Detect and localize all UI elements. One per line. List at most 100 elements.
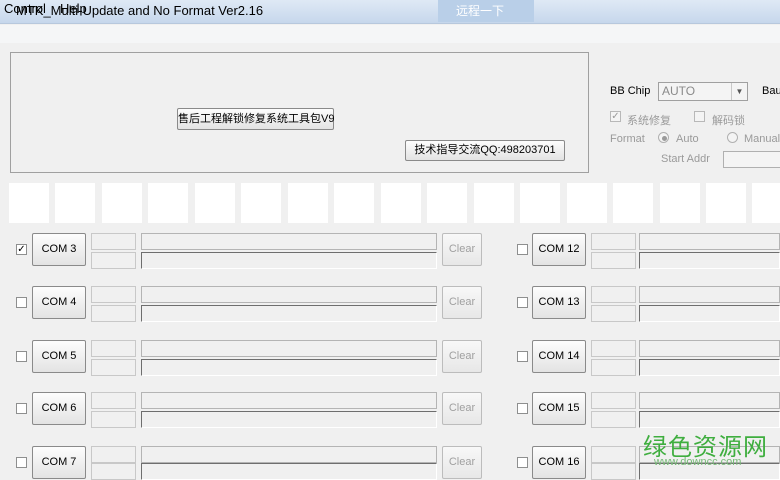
com5-checkbox[interactable]: [16, 351, 27, 362]
chevron-down-icon[interactable]: ▼: [731, 83, 747, 100]
com7-status-bar: [141, 446, 437, 463]
com6-button[interactable]: COM 6: [32, 392, 86, 425]
com3-progress-bar: [141, 252, 437, 269]
com15-checkbox[interactable]: [517, 403, 528, 414]
status-box: [9, 183, 49, 223]
com4-info-top: [91, 286, 136, 303]
format-manual-label: Manual: [744, 133, 780, 145]
com6-info-bottom: [91, 411, 136, 428]
com14-info-bottom: [591, 359, 636, 376]
com15-button[interactable]: COM 15: [532, 392, 586, 425]
com12-progress-bar: [639, 252, 780, 269]
format-auto-label: Auto: [676, 133, 699, 145]
com12-button[interactable]: COM 12: [532, 233, 586, 266]
com14-button[interactable]: COM 14: [532, 340, 586, 373]
status-box: [474, 183, 514, 223]
com12-checkbox[interactable]: [517, 244, 528, 255]
menu-control[interactable]: Control: [4, 1, 46, 16]
status-box: [660, 183, 700, 223]
com5-status-bar: [141, 340, 437, 357]
com15-progress-bar: [639, 411, 780, 428]
status-box: [613, 183, 653, 223]
baud-label: Bau: [762, 85, 780, 97]
menu-bar: [0, 25, 780, 43]
com3-info-bottom: [91, 252, 136, 269]
start-addr-input[interactable]: [723, 151, 780, 168]
com5-clear-button[interactable]: Clear: [442, 340, 482, 373]
com16-info-bottom: [591, 463, 636, 480]
com13-info-bottom: [591, 305, 636, 322]
watermark-url: www.downcc.com: [654, 456, 742, 468]
com3-status-bar: [141, 233, 437, 250]
com4-button[interactable]: COM 4: [32, 286, 86, 319]
unlock-label: 解码锁: [712, 115, 745, 127]
com7-progress-bar: [141, 463, 437, 480]
format-label: Format: [610, 133, 645, 145]
com3-clear-button[interactable]: Clear: [442, 233, 482, 266]
com12-info-bottom: [591, 252, 636, 269]
com4-status-bar: [141, 286, 437, 303]
com4-clear-button[interactable]: Clear: [442, 286, 482, 319]
com3-checkbox[interactable]: ✓: [16, 244, 27, 255]
com7-info-top: [91, 446, 136, 463]
com6-info-top: [91, 392, 136, 409]
com4-progress-bar: [141, 305, 437, 322]
com7-info-bottom: [91, 463, 136, 480]
com14-status-bar: [639, 340, 780, 357]
unlock-checkbox[interactable]: [694, 111, 705, 122]
status-box: [334, 183, 374, 223]
com6-checkbox[interactable]: [16, 403, 27, 414]
com15-info-top: [591, 392, 636, 409]
com12-status-bar: [639, 233, 780, 250]
com6-clear-button[interactable]: Clear: [442, 392, 482, 425]
com14-progress-bar: [639, 359, 780, 376]
com13-info-top: [591, 286, 636, 303]
com4-checkbox[interactable]: [16, 297, 27, 308]
background-tab[interactable]: 远程一下: [438, 0, 534, 22]
status-box: [195, 183, 235, 223]
status-box: [427, 183, 467, 223]
system-repair-checkbox[interactable]: ✓: [610, 111, 621, 122]
com15-status-bar: [639, 392, 780, 409]
status-box: [381, 183, 421, 223]
status-box: [567, 183, 607, 223]
com5-info-top: [91, 340, 136, 357]
com6-status-bar: [141, 392, 437, 409]
format-auto-radio[interactable]: [658, 132, 669, 143]
status-box: [148, 183, 188, 223]
com13-checkbox[interactable]: [517, 297, 528, 308]
menu-help[interactable]: Help: [60, 1, 87, 16]
status-box: [55, 183, 95, 223]
com3-info-top: [91, 233, 136, 250]
status-box: [241, 183, 281, 223]
tool-package-button[interactable]: 售后工程解锁修复系统工具包V9: [177, 108, 334, 130]
com4-info-bottom: [91, 305, 136, 322]
start-addr-label: Start Addr: [661, 153, 710, 165]
bb-chip-label: BB Chip: [610, 85, 651, 97]
qq-contact-button[interactable]: 技术指导交流QQ:498203701: [405, 140, 565, 161]
format-manual-radio[interactable]: [727, 132, 738, 143]
status-box: [752, 183, 780, 223]
com7-checkbox[interactable]: [16, 457, 27, 468]
com16-checkbox[interactable]: [517, 457, 528, 468]
com3-button[interactable]: COM 3: [32, 233, 86, 266]
com13-button[interactable]: COM 13: [532, 286, 586, 319]
com7-button[interactable]: COM 7: [32, 446, 86, 479]
status-box: [102, 183, 142, 223]
com16-button[interactable]: COM 16: [532, 446, 586, 479]
status-box: [288, 183, 328, 223]
status-box: [520, 183, 560, 223]
system-repair-label: 系统修复: [627, 115, 671, 127]
com5-button[interactable]: COM 5: [32, 340, 86, 373]
com13-status-bar: [639, 286, 780, 303]
com6-progress-bar: [141, 411, 437, 428]
com15-info-bottom: [591, 411, 636, 428]
com5-info-bottom: [91, 359, 136, 376]
status-box: [706, 183, 746, 223]
com13-progress-bar: [639, 305, 780, 322]
com14-info-top: [591, 340, 636, 357]
com14-checkbox[interactable]: [517, 351, 528, 362]
com12-info-top: [591, 233, 636, 250]
com7-clear-button[interactable]: Clear: [442, 446, 482, 479]
com5-progress-bar: [141, 359, 437, 376]
